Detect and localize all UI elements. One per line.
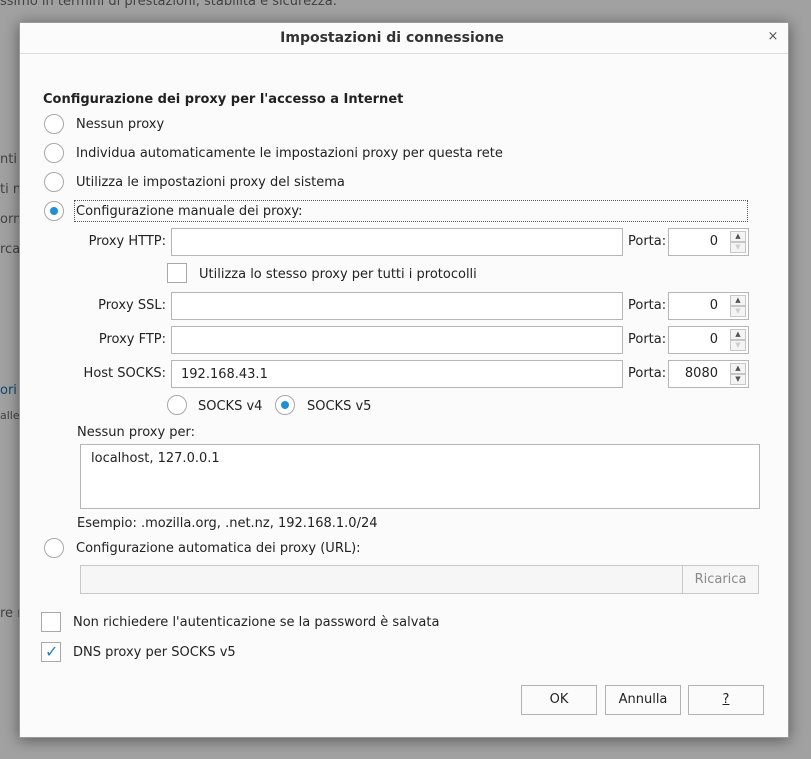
spin-up-icon[interactable]: ▲ — [730, 231, 746, 242]
ssl-port-stepper[interactable]: 0 ▲ ▼ — [668, 292, 749, 320]
radio-no-proxy[interactable] — [44, 114, 64, 134]
ftp-proxy-label: Proxy FTP: — [98, 332, 166, 347]
stepper-buttons: ▲ ▼ — [730, 231, 746, 253]
same-proxy-label[interactable]: Utilizza lo stesso proxy per tutti i pro… — [199, 267, 477, 282]
socks-port-label: Porta: — [628, 366, 667, 381]
stepper-buttons: ▲ ▼ — [730, 329, 746, 351]
socks-port-value: 8080 — [684, 366, 718, 381]
radio-socks-v5-label[interactable]: SOCKS v5 — [307, 399, 371, 414]
dns-proxy-label[interactable]: DNS proxy per SOCKS v5 — [73, 645, 236, 660]
auto-url-input[interactable]: Ricarica — [80, 565, 759, 594]
ssl-port-label: Porta: — [628, 298, 667, 313]
socks-host-input[interactable] — [171, 360, 623, 388]
example-hint: Esempio: .mozilla.org, .net.nz, 192.168.… — [77, 516, 378, 531]
stepper-buttons: ▲ ▼ — [730, 363, 746, 385]
section-title: Configurazione dei proxy per l'accesso a… — [43, 92, 404, 107]
spin-up-icon[interactable]: ▲ — [730, 295, 746, 306]
spin-down-icon[interactable]: ▼ — [730, 306, 746, 317]
radio-auto-detect[interactable] — [44, 143, 64, 163]
radio-manual-proxy[interactable] — [44, 201, 64, 221]
ok-button[interactable]: OK — [521, 685, 597, 715]
radio-auto-url-label[interactable]: Configurazione automatica dei proxy (URL… — [76, 541, 361, 556]
checkmark-icon: ✓ — [45, 642, 59, 661]
radio-system-proxy-label[interactable]: Utilizza le impostazioni proxy del siste… — [76, 175, 345, 190]
stepper-buttons: ▲ ▼ — [730, 295, 746, 317]
spin-down-icon[interactable]: ▼ — [730, 340, 746, 351]
ftp-port-label: Porta: — [628, 332, 667, 347]
radio-socks-v4[interactable] — [167, 395, 187, 415]
help-button[interactable]: ? — [688, 685, 764, 715]
spin-up-icon[interactable]: ▲ — [730, 329, 746, 340]
radio-manual-proxy-label[interactable]: Configurazione manuale dei proxy: — [76, 204, 303, 219]
http-port-stepper[interactable]: 0 ▲ ▼ — [668, 228, 749, 256]
ftp-port-stepper[interactable]: 0 ▲ ▼ — [668, 326, 749, 354]
spin-up-icon[interactable]: ▲ — [730, 363, 746, 374]
dialog-title: Impostazioni di connessione — [280, 30, 504, 46]
connection-settings-dialog: Impostazioni di connessione × Configuraz… — [19, 22, 789, 738]
http-proxy-input[interactable] — [171, 228, 623, 256]
radio-auto-url[interactable] — [44, 538, 64, 558]
http-proxy-label: Proxy HTTP: — [88, 234, 166, 249]
same-proxy-checkbox[interactable] — [167, 263, 187, 283]
no-proxy-for-label: Nessun proxy per: — [77, 425, 196, 440]
no-proxy-for-textarea[interactable]: localhost, 127.0.0.1 — [80, 444, 760, 509]
socks-port-stepper[interactable]: 8080 ▲ ▼ — [668, 360, 749, 388]
radio-socks-v5[interactable] — [275, 395, 295, 415]
spin-down-icon[interactable]: ▼ — [730, 242, 746, 253]
dialog-titlebar: Impostazioni di connessione × — [20, 23, 788, 54]
no-auth-checkbox[interactable] — [41, 612, 61, 632]
http-port-value: 0 — [709, 234, 718, 249]
http-port-label: Porta: — [628, 234, 667, 249]
dns-proxy-checkbox[interactable]: ✓ — [41, 642, 61, 662]
radio-auto-detect-label[interactable]: Individua automaticamente le impostazion… — [76, 146, 503, 161]
ssl-proxy-input[interactable] — [171, 292, 623, 320]
socks-host-label: Host SOCKS: — [83, 366, 166, 381]
spin-down-icon[interactable]: ▼ — [730, 374, 746, 385]
close-icon[interactable]: × — [764, 27, 782, 47]
no-auth-label[interactable]: Non richiedere l'autenticazione se la pa… — [73, 615, 439, 630]
ssl-proxy-label: Proxy SSL: — [98, 298, 166, 313]
reload-button[interactable]: Ricarica — [682, 566, 758, 593]
ftp-port-value: 0 — [709, 332, 718, 347]
ssl-port-value: 0 — [709, 298, 718, 313]
radio-no-proxy-label[interactable]: Nessun proxy — [76, 117, 164, 132]
ftp-proxy-input[interactable] — [171, 326, 623, 354]
radio-socks-v4-label[interactable]: SOCKS v4 — [198, 399, 262, 414]
cancel-button[interactable]: Annulla — [605, 685, 681, 715]
radio-system-proxy[interactable] — [44, 172, 64, 192]
